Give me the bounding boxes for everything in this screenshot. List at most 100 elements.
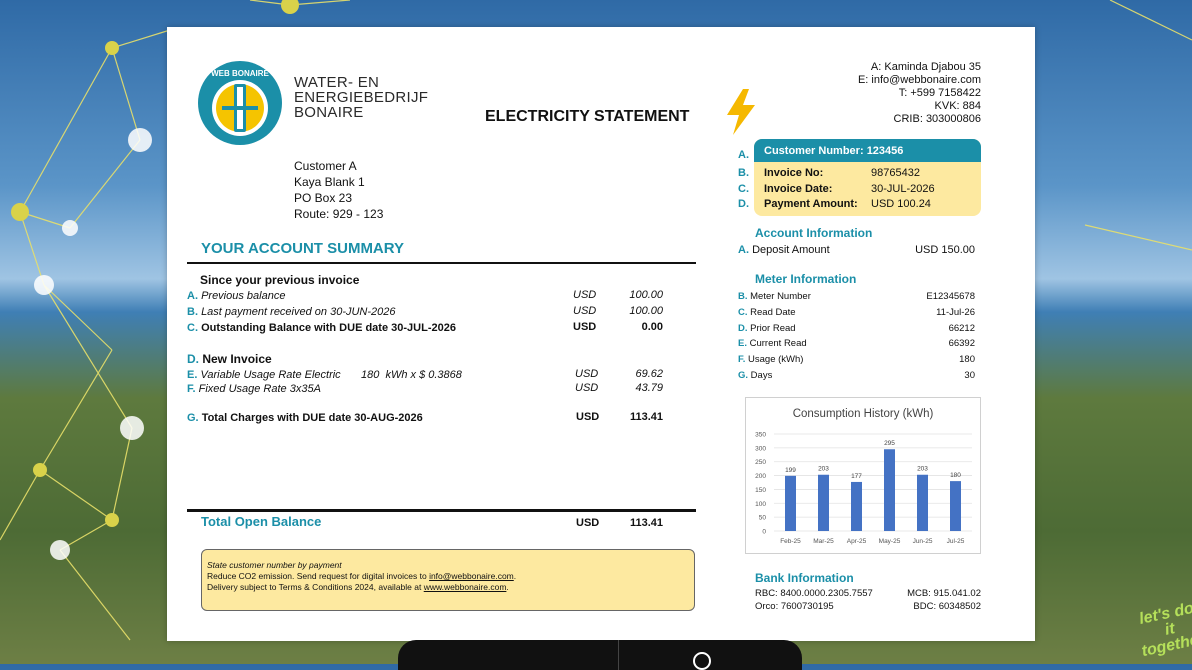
bar <box>950 481 961 531</box>
row-letter: F. <box>738 354 746 365</box>
bar <box>917 474 928 531</box>
bar <box>884 449 895 531</box>
contact-email: E: info@webbonaire.com <box>857 74 981 86</box>
note-line3-end: . <box>506 582 509 592</box>
deposit-amount-row: A. Deposit Amount USD 150.00 <box>738 244 975 256</box>
total-open-balance-currency: USD <box>576 517 600 529</box>
meter-value: 30 <box>964 370 975 381</box>
bar <box>851 481 862 531</box>
logo-ring-text: WEB BONAIRE <box>211 69 269 78</box>
variable-usage-detail: 180 kWh x $ 0.3868 <box>361 369 462 381</box>
payment-amount-label: Payment Amount: <box>764 198 858 210</box>
row-letter: E. <box>738 338 747 349</box>
bank-bdc: BDC: 60348502 <box>913 601 981 612</box>
outstanding-balance-label: Outstanding Balance with DUE date 30-JUL… <box>201 322 456 334</box>
company-contact: A: Kaminda Djabou 35 E: info@webbonaire.… <box>858 61 981 126</box>
row-letter: B. <box>187 306 198 318</box>
lightning-bolt-icon <box>727 89 755 135</box>
box-letter: A. <box>738 149 749 161</box>
payment-note-box: State customer number by payment Reduce … <box>201 549 695 611</box>
outstanding-balance-amount: 0.00 <box>641 321 663 333</box>
bottom-toolbar[interactable] <box>398 640 802 670</box>
last-payment-currency: USD <box>573 305 597 317</box>
meter-label: Current Read <box>749 338 807 349</box>
bank-orco: Orco: 7600730195 <box>755 601 834 612</box>
meter-value: 66212 <box>948 323 975 334</box>
x-tick-label: May-25 <box>879 538 901 545</box>
meter-label: Usage (kWh) <box>748 354 804 365</box>
customer-number-label: Customer Number: <box>764 145 864 157</box>
meter-label: Meter Number <box>750 291 811 302</box>
deposit-amount-label: Deposit Amount <box>752 244 830 256</box>
y-tick-label: 200 <box>755 473 766 480</box>
document-title: ELECTRICITY STATEMENT <box>485 108 690 125</box>
previous-balance-row: A. Previous balance <box>187 289 285 303</box>
bank-rbc: RBC: 8400.0000.2305.7557 <box>755 588 873 599</box>
row-letter: A. <box>187 290 198 302</box>
customer-address-line: Kaya Blank 1 <box>294 175 365 189</box>
y-tick-label: 350 <box>755 432 766 439</box>
data-label: 177 <box>851 473 862 480</box>
note-line2-end: . <box>513 571 517 581</box>
meter-row: B. Meter Number E12345678 <box>738 290 975 303</box>
variable-usage-currency: USD <box>575 368 599 380</box>
row-letter: D. <box>187 352 199 366</box>
note-line1: State customer number by payment <box>207 560 342 570</box>
variable-usage-row: E. Variable Usage Rate Electric <box>187 368 341 382</box>
bar <box>818 474 829 531</box>
data-label: 180 <box>950 472 961 479</box>
row-letter: G. <box>187 412 199 424</box>
row-letter: G. <box>738 370 749 381</box>
total-charges-row: G. Total Charges with DUE date 30-AUG-20… <box>187 411 423 425</box>
bar <box>785 475 796 531</box>
company-name-line1: WATER- EN <box>294 74 380 91</box>
note-line2: Reduce CO2 emission. Send request for di… <box>207 571 688 582</box>
y-tick-label: 50 <box>759 515 767 522</box>
data-label: 203 <box>818 466 829 473</box>
invoice-info-box: Customer Number: 123456 Invoice No: 9876… <box>754 139 981 216</box>
box-letter: D. <box>738 198 749 210</box>
customer-number-header: Customer Number: 123456 <box>754 139 981 162</box>
note-line3-text: Delivery subject to Terms & Conditions 2… <box>207 582 424 592</box>
total-charges-amount: 113.41 <box>629 411 663 423</box>
company-name-line3: BONAIRE <box>294 104 364 121</box>
invoice-date-value: 30-JUL-2026 <box>871 183 935 195</box>
customer-address: Customer A Kaya Blank 1 PO Box 23 Route:… <box>294 158 383 222</box>
x-tick-label: Feb-25 <box>780 538 801 545</box>
meter-value: 11-Jul-26 <box>936 307 975 318</box>
company-name: WATER- EN ENERGIEBEDRIJF BONAIRE <box>294 75 428 120</box>
meter-information-title: Meter Information <box>755 272 857 286</box>
new-invoice-label: New Invoice <box>202 352 272 366</box>
row-letter: E. <box>187 369 198 381</box>
row-letter: B. <box>738 291 748 302</box>
y-tick-label: 250 <box>755 459 766 466</box>
last-payment-amount: 100.00 <box>629 305 663 317</box>
x-tick-label: Jul-25 <box>947 538 965 545</box>
account-information-title: Account Information <box>755 226 873 240</box>
row-letter: C. <box>187 322 198 334</box>
meter-label: Days <box>750 370 773 381</box>
y-tick-label: 150 <box>755 487 766 494</box>
x-tick-label: Jun-25 <box>913 538 933 545</box>
website-link[interactable]: www.webbonaire.com <box>424 582 507 592</box>
meter-row: D. Prior Read 66212 <box>738 322 975 335</box>
customer-address-line: Customer A <box>294 159 357 173</box>
bank-information-title: Bank Information <box>755 571 854 585</box>
web-bonaire-logo: WEB BONAIRE <box>198 61 282 145</box>
chart-canvas: Consumption History (kWh) 0 50 100 150 200 25… <box>755 408 972 545</box>
note-line3: Delivery subject to Terms & Conditions 2… <box>207 582 688 593</box>
total-divider <box>187 509 696 512</box>
info-icon[interactable] <box>693 652 711 670</box>
meter-value: E12345678 <box>926 291 975 302</box>
box-letter: B. <box>738 167 749 179</box>
email-link[interactable]: info@webbonaire.com <box>429 571 514 581</box>
customer-number-value: 123456 <box>866 145 904 157</box>
meter-row: E. Current Read 66392 <box>738 337 975 350</box>
company-name-line2: ENERGIEBEDRIJF <box>294 89 429 106</box>
fixed-usage-label: Fixed Usage Rate 3x35A <box>198 383 321 395</box>
previous-balance-amount: 100.00 <box>629 289 663 301</box>
chart-title: Consumption History (kWh) <box>793 408 934 420</box>
invoice-date-label: Invoice Date: <box>764 183 833 195</box>
variable-usage-amount: 69.62 <box>635 368 663 380</box>
contact-crib: CRIB: 303000806 <box>893 113 981 125</box>
